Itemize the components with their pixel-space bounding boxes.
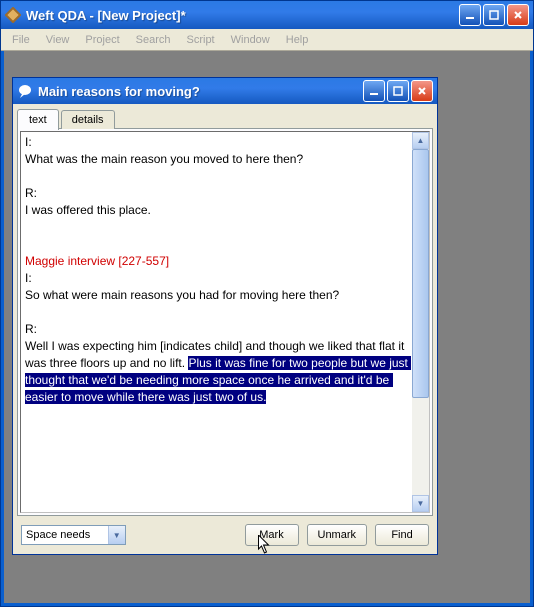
app-icon — [5, 7, 21, 23]
scroll-thumb[interactable] — [412, 149, 429, 398]
menu-help[interactable]: Help — [279, 32, 316, 48]
child-close-button[interactable] — [411, 80, 433, 102]
scroll-up-button[interactable]: ▲ — [412, 132, 429, 149]
tab-details[interactable]: details — [61, 110, 115, 129]
child-minimize-button[interactable] — [363, 80, 385, 102]
tab-strip: text details — [17, 108, 433, 129]
scroll-track[interactable] — [412, 149, 429, 495]
close-button[interactable] — [507, 4, 529, 26]
reference-marker: Maggie interview [227-557] — [25, 254, 169, 268]
child-window: Main reasons for moving? text details I:… — [12, 77, 438, 555]
code-select-value: Space needs — [22, 529, 108, 541]
chevron-down-icon[interactable]: ▼ — [108, 526, 125, 544]
mdi-client-area: Main reasons for moving? text details I:… — [4, 51, 530, 603]
speech-bubble-icon — [17, 83, 33, 99]
scroll-down-button[interactable]: ▼ — [412, 495, 429, 512]
minimize-button[interactable] — [459, 4, 481, 26]
menu-view[interactable]: View — [39, 32, 77, 48]
menu-search[interactable]: Search — [129, 32, 178, 48]
vertical-scrollbar[interactable]: ▲ ▼ — [412, 132, 429, 512]
mark-button[interactable]: Mark — [245, 524, 299, 546]
child-maximize-button[interactable] — [387, 80, 409, 102]
main-window: Weft QDA - [New Project]* File View Proj… — [0, 0, 534, 607]
menu-project[interactable]: Project — [78, 32, 126, 48]
tab-panel-text: I: What was the main reason you moved to… — [17, 128, 433, 516]
menubar: File View Project Search Script Window H… — [1, 29, 533, 51]
child-body: text details I: What was the main reason… — [13, 104, 437, 554]
child-titlebar[interactable]: Main reasons for moving? — [13, 78, 437, 104]
document-text[interactable]: I: What was the main reason you moved to… — [21, 132, 412, 512]
main-titlebar[interactable]: Weft QDA - [New Project]* — [1, 1, 533, 29]
code-select[interactable]: Space needs ▼ — [21, 525, 126, 545]
unmark-button[interactable]: Unmark — [307, 524, 368, 546]
find-button[interactable]: Find — [375, 524, 429, 546]
text-area[interactable]: I: What was the main reason you moved to… — [20, 131, 430, 513]
main-title: Weft QDA - [New Project]* — [26, 8, 459, 23]
menu-script[interactable]: Script — [180, 32, 222, 48]
maximize-button[interactable] — [483, 4, 505, 26]
tab-text[interactable]: text — [17, 109, 59, 130]
bottom-toolbar: Space needs ▼ Mark Unmark Find — [17, 516, 433, 550]
menu-window[interactable]: Window — [224, 32, 277, 48]
menu-file[interactable]: File — [5, 32, 37, 48]
child-title: Main reasons for moving? — [38, 84, 363, 99]
